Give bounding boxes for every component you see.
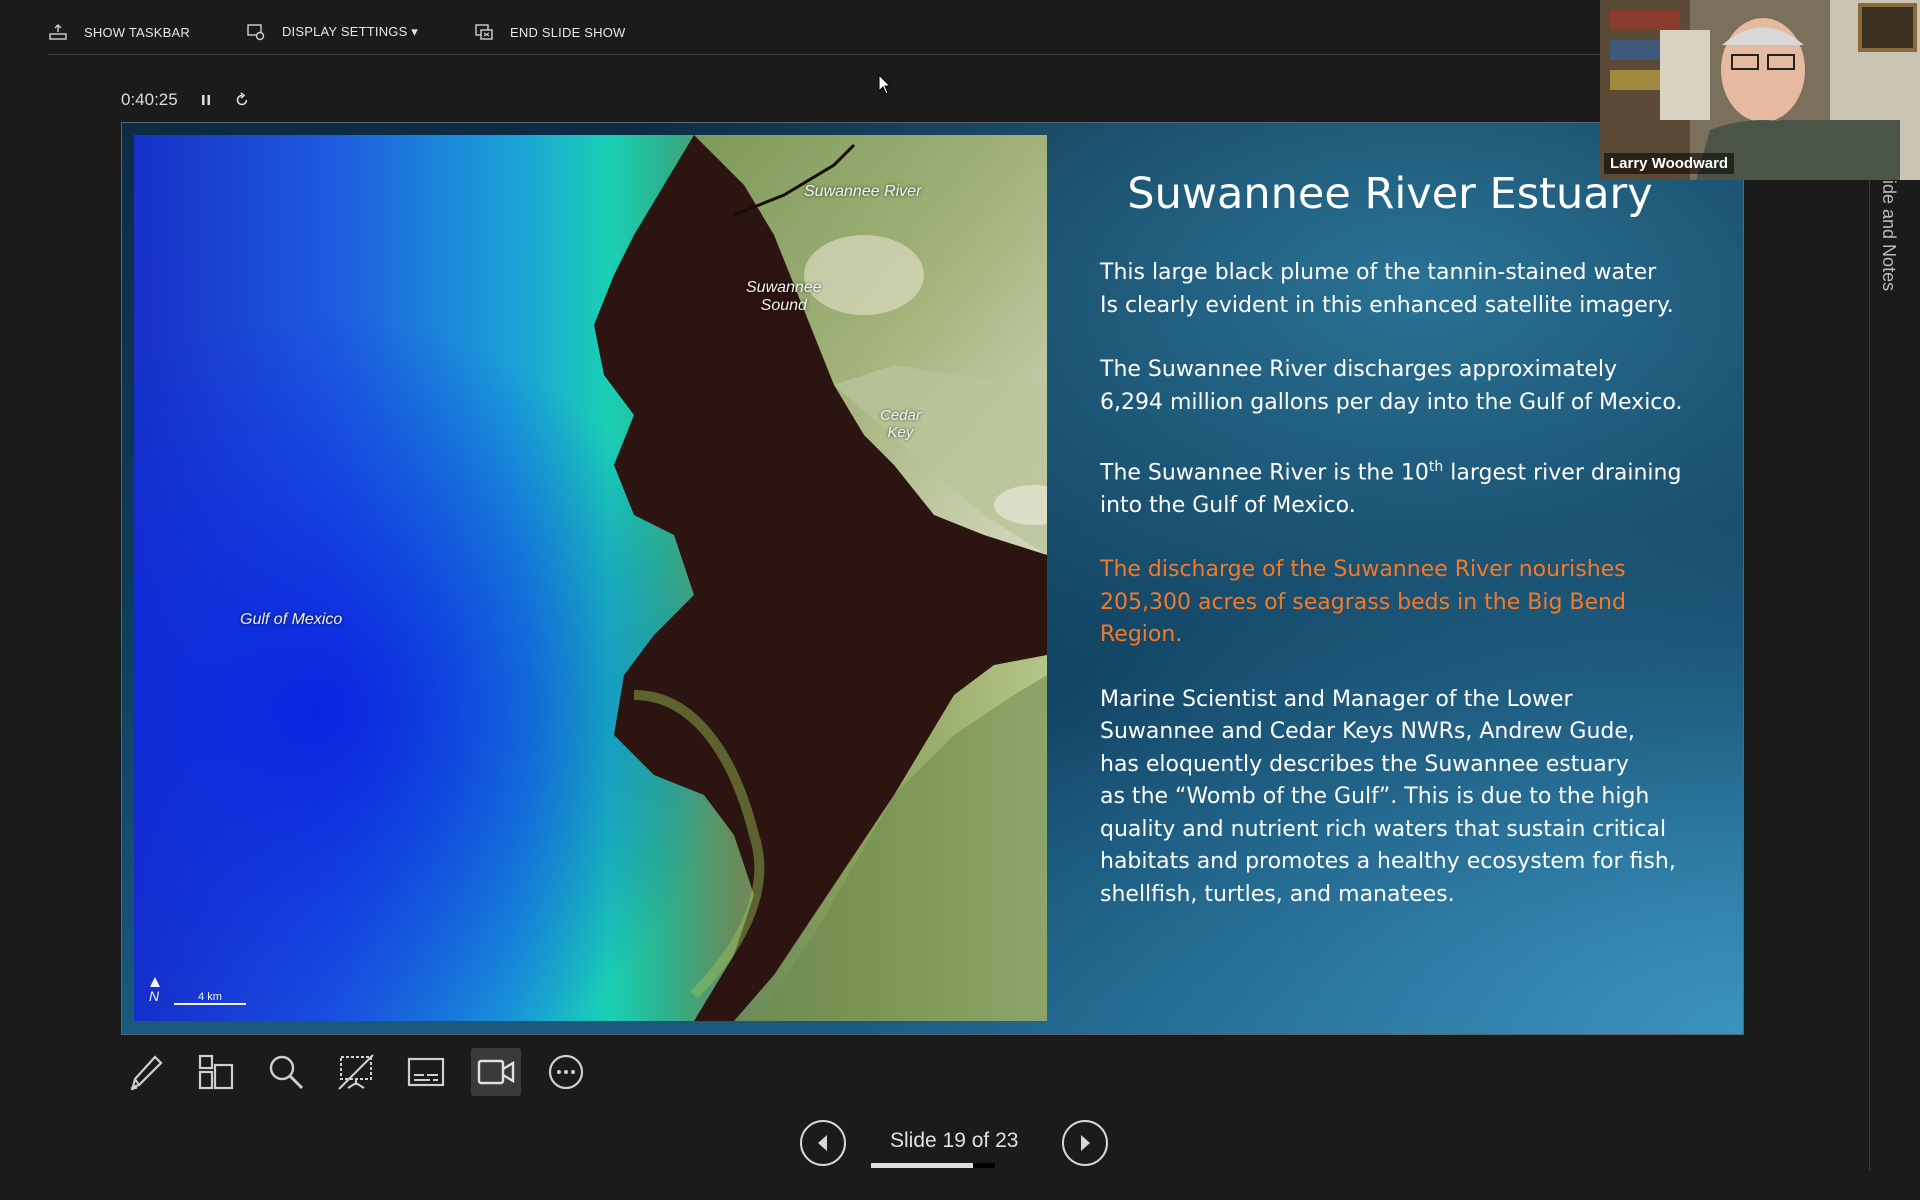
slide-text-panel: Suwannee River Estuary This large black … (1100, 169, 1700, 943)
satellite-image: Suwannee River Suwannee Sound Cedar Key … (134, 135, 1047, 1021)
toolbar-divider (48, 54, 1600, 55)
end-slide-show-icon (475, 24, 493, 40)
display-settings-button[interactable]: DISPLAY SETTINGS ▾ (246, 22, 418, 42)
map-label-gulf-of-mexico: Gulf of Mexico (240, 611, 343, 628)
paragraph-plume: This large black plume of the tannin-sta… (1100, 260, 1674, 318)
pen-tool-button[interactable] (121, 1048, 171, 1096)
presenter-tools (121, 1048, 611, 1096)
slide-progress-fill (871, 1163, 974, 1168)
next-arrow-icon (1081, 1135, 1091, 1151)
presenter-name-label: Larry Woodward (1604, 153, 1735, 174)
notes-pane-divider[interactable] (1869, 180, 1870, 1170)
subtitles-icon (407, 1057, 445, 1087)
see-all-slides-icon (198, 1054, 234, 1090)
more-options-button[interactable] (541, 1048, 591, 1096)
slide-navigation: Slide 19 of 23 (800, 1120, 1109, 1166)
map-label-suwannee-river: Suwannee River (804, 183, 922, 200)
current-slide[interactable]: Suwannee River Suwannee Sound Cedar Key … (121, 122, 1744, 1035)
see-all-slides-button[interactable] (191, 1048, 241, 1096)
black-screen-button[interactable] (331, 1048, 381, 1096)
north-label: N (149, 988, 160, 1004)
next-slide-button[interactable] (1062, 1120, 1109, 1166)
scale-bar-label: 4 km (198, 991, 222, 1003)
slide-and-notes-tab[interactable]: ide and Notes (1878, 180, 1899, 291)
black-screen-icon (338, 1054, 374, 1090)
subtitles-button[interactable] (401, 1048, 451, 1096)
mouse-cursor-icon (878, 74, 892, 95)
more-options-icon (548, 1054, 584, 1090)
slide-counter[interactable]: Slide 19 of 23 (890, 1129, 1018, 1153)
previous-slide-button[interactable] (800, 1120, 846, 1166)
pause-icon (201, 95, 210, 105)
presenter-toolbar: SHOW TASKBAR DISPLAY SETTINGS ▾ END SLID… (48, 18, 682, 46)
zoom-icon (269, 1055, 304, 1090)
timer-elapsed: 0:40:25 (121, 90, 178, 109)
pen-icon (130, 1055, 163, 1091)
previous-arrow-icon (818, 1135, 827, 1151)
paragraph-ranking: The Suwannee River is the 10th largest r… (1100, 451, 1700, 522)
show-taskbar-button[interactable]: SHOW TASKBAR (48, 22, 190, 42)
end-slide-show-label: END SLIDE SHOW (510, 24, 626, 40)
end-slide-show-button[interactable]: END SLIDE SHOW (474, 22, 625, 42)
zoom-button[interactable] (261, 1048, 311, 1096)
display-settings-icon (247, 24, 265, 41)
pause-timer-button[interactable] (198, 92, 214, 108)
paragraph-ranking-start: The Suwannee River is the 10 (1100, 460, 1429, 486)
restart-timer-button[interactable] (234, 92, 250, 108)
ordinal-suffix: th (1428, 459, 1444, 475)
map-label-cedar-key: Cedar Key (880, 407, 921, 441)
slide-progress-bar (871, 1163, 995, 1168)
paragraph-discharge: The Suwannee River discharges approximat… (1100, 357, 1683, 415)
camera-icon (477, 1059, 515, 1085)
satellite-image-art (134, 135, 1047, 1021)
display-settings-label: DISPLAY SETTINGS ▾ (281, 24, 419, 39)
show-taskbar-label: SHOW TASKBAR (84, 24, 190, 40)
north-arrow-icon: N (146, 977, 164, 1007)
paragraph-womb-of-gulf: Marine Scientist and Manager of the Lowe… (1100, 686, 1676, 907)
map-label-suwannee-sound: Suwannee Sound (746, 279, 822, 314)
restart-icon (236, 92, 248, 106)
scale-bar: 4 km (174, 991, 246, 1005)
paragraph-seagrass: The discharge of the Suwannee River nour… (1100, 557, 1626, 648)
camera-toggle-button[interactable] (471, 1048, 521, 1096)
presenter-video: Larry Woodward (1600, 0, 1920, 180)
slide-timer: 0:40:25 (121, 90, 250, 110)
taskbar-icon (49, 24, 67, 40)
